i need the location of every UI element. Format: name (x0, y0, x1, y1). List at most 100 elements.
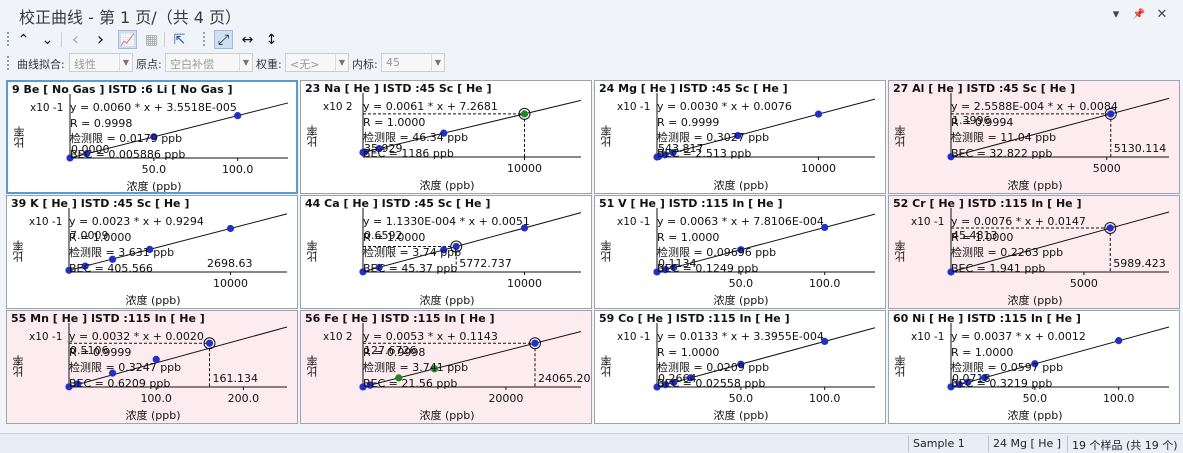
calibration-panel[interactable]: 51 V [ He ] ISTD :115 In [ He ] x10 -1 比率浓… (594, 195, 886, 309)
overlay-value: 5989.423 (1113, 257, 1166, 270)
equation-r: R = 1.0000 (363, 115, 426, 129)
x-tick-label: 5000 (1069, 277, 1098, 290)
x-tick-label: 100.0 (1102, 392, 1135, 405)
curve-fit-select[interactable]: 线性 ▼ (69, 53, 133, 72)
calibration-panel[interactable]: 55 Mn [ He ] ISTD :115 In [ He ] x10 -1 比率… (6, 310, 298, 424)
equation-r: R = 1.0000 (951, 345, 1014, 359)
equation-bec: BEC = 32.822 ppb (951, 146, 1053, 160)
overlay-value: 24065.207 (538, 372, 592, 385)
calibration-panel[interactable]: 52 Cr [ He ] ISTD :115 In [ He ] x10 -1 比率… (888, 195, 1180, 309)
equation-block: y = 0.0053 * x + 0.1143 R = 0.9998 检测限 = 3… (363, 329, 498, 391)
curve-fit-label: 曲线拟合: (17, 58, 65, 71)
equation-lod: 检测限 = 0.2263 ppb (951, 246, 1064, 259)
x-tick-label: 50.0 (728, 277, 754, 290)
window-title: 校正曲线 - 第 1 页/（共 4 页） (19, 8, 242, 27)
status-sample: Sample 1 (913, 437, 965, 450)
x-tick-label: 10000 (212, 277, 248, 290)
equation-lod: 检测限 = 11.04 ppb (951, 131, 1057, 144)
dropdown-icon[interactable]: ▾ (1109, 8, 1123, 22)
equation-eq: y = 0.0030 * x + 0.0076 (657, 100, 792, 113)
data-point (1115, 337, 1123, 345)
equation-eq: y = 0.0076 * x + 0.0147 (951, 215, 1086, 228)
toolbar-grip-2[interactable] (202, 31, 206, 47)
options-grip[interactable] (6, 55, 10, 71)
overlay-value: 7.0009 (70, 229, 109, 242)
equation-eq: y = 2.5588E-004 * x + 0.0084 (951, 100, 1118, 113)
equation-lod: 检测限 = 0.3247 ppb (69, 361, 182, 374)
origin-select[interactable]: 空白补偿 ▼ (165, 53, 253, 72)
x-tick-label: 100.0 (221, 163, 254, 176)
equation-r: R = 0.9999 (657, 115, 720, 129)
overlay-value: 5772.737 (459, 257, 512, 270)
equation-block: y = 0.0032 * x + 0.0020 R = 0.9999 检测限 = 0… (69, 329, 204, 391)
window-controls: ▾ 📌 ✕ (1109, 8, 1169, 22)
horizontal-zoom-icon[interactable]: ↔ (238, 30, 257, 49)
options-toolbar: 曲线拟合: 线性 ▼ 原点: 空白补偿 ▼ 权重: <无> ▼ 内标: 45 ▼ (0, 51, 460, 74)
equation-r: R = 1.0000 (657, 345, 720, 359)
calibration-panel[interactable]: 56 Fe [ He ] ISTD :115 In [ He ] x10 2 比率浓… (300, 310, 592, 424)
overlay-value: 161.134 (212, 372, 259, 385)
calibration-panel[interactable]: 9 Be [ No Gas ] ISTD :6 Li [ No Gas ] x10… (6, 80, 298, 194)
equation-eq: y = 1.1330E-004 * x + 0.0051 (363, 215, 530, 228)
equation-r: R = 1.0000 (657, 230, 720, 244)
export-icon[interactable]: ⇱ (170, 30, 189, 49)
x-tick-label: 10000 (506, 162, 542, 175)
calibration-panel[interactable]: 27 Al [ He ] ISTD :45 Sc [ He ] 比率 浓度 (ppb… (888, 80, 1180, 194)
overlay-value: 0.2664 (658, 372, 697, 385)
data-point (226, 224, 235, 233)
equation-eq: y = 0.0061 * x + 7.2681 (363, 100, 498, 113)
vertical-zoom-icon[interactable]: ↕ (262, 30, 281, 49)
data-point (1106, 224, 1114, 232)
equation-eq: y = 0.0023 * x + 0.9294 (69, 215, 204, 228)
calibration-panel[interactable]: 24 Mg [ He ] ISTD :45 Sc [ He ] x10 -1 比率浓… (594, 80, 886, 194)
data-point (520, 110, 529, 118)
x-tick-label: 200.0 (227, 392, 260, 405)
equation-bec: BEC = 0.6209 ppb (69, 376, 171, 390)
calibration-panel[interactable]: 39 K [ He ] ISTD :45 Sc [ He ] x10 -1 比率 浓度… (6, 195, 298, 309)
data-point (205, 339, 214, 347)
equation-lod: 检测限 = 3.631 ppb (69, 246, 175, 259)
weight-select[interactable]: <无> ▼ (285, 53, 349, 72)
x-tick-label: 20000 (488, 392, 524, 405)
overlay-value: 0.6592 (364, 229, 403, 242)
calibration-panel[interactable]: 60 Ni [ He ] ISTD :115 In [ He ] x10 -1 比率… (888, 310, 1180, 424)
origin-label: 原点: (136, 58, 162, 71)
x-tick-label: 100.0 (808, 277, 841, 290)
data-point (814, 110, 823, 118)
x-tick-label: 50.0 (141, 163, 167, 176)
equation-block: y = 0.0076 * x + 0.0147 R = 1.0000 检测限 = 0… (951, 214, 1086, 276)
x-tick-label: 10000 (800, 162, 836, 175)
overlay-value: 1.3996 (952, 114, 991, 127)
x-tick-label: 100.0 (140, 392, 172, 405)
previous-page-icon[interactable]: ‹ (66, 29, 85, 50)
equation-block: y = 0.0023 * x + 0.9294 R = 1.0000 检测限 = 3… (69, 214, 204, 276)
overlay-value: 0.5106 (70, 344, 109, 357)
close-icon[interactable]: ✕ (1155, 8, 1169, 22)
zoom-fit-icon[interactable]: ⤢ (214, 30, 233, 49)
istd-select[interactable]: 45 ▼ (381, 53, 445, 72)
title-bar: 校正曲线 - 第 1 页/（共 4 页） ▾ 📌 ✕ (0, 0, 1183, 28)
x-tick-label: 10000 (506, 277, 542, 290)
calibration-panel[interactable]: 23 Na [ He ] ISTD :45 Sc [ He ] x10 2 比率 浓度… (300, 80, 592, 194)
pin-icon[interactable]: 📌 (1132, 8, 1146, 22)
collapse-all-icon[interactable]: ⌃ (14, 30, 33, 49)
overlay-value: 0.0000 (71, 143, 110, 156)
table-view-icon[interactable]: ▦ (142, 30, 161, 49)
status-bar: Sample 1 24 Mg [ He ] 19 个样品 (共 19 个) (0, 433, 1183, 453)
calibration-curve-window: 校正曲线 - 第 1 页/（共 4 页） ▾ 📌 ✕ ⌃ ⌄ ‹ › 📈 ▦ ⇱… (0, 0, 1183, 453)
status-element: 24 Mg [ He ] (993, 437, 1062, 450)
next-page-icon[interactable]: › (91, 29, 110, 50)
equation-bec: BEC = 405.566 (69, 261, 153, 275)
toolbar-grip[interactable] (6, 31, 10, 47)
equation-eq: y = 0.0063 * x + 7.8106E-004 (657, 215, 824, 228)
equation-eq: y = 0.0060 * x + 3.5518E-005 (70, 101, 237, 114)
equation-bec: BEC = 21.56 ppb (363, 376, 458, 390)
chart-view-icon[interactable]: 📈 (118, 30, 137, 49)
calibration-panel[interactable]: 59 Co [ He ] ISTD :115 In [ He ] x10 -1 比率… (594, 310, 886, 424)
x-tick-label: 50.0 (728, 392, 754, 405)
calibration-panel[interactable]: 44 Ca [ He ] ISTD :45 Sc [ He ] 比率 浓度 (ppb… (300, 195, 592, 309)
istd-label: 内标: (352, 58, 378, 71)
calibration-grid: 9 Be [ No Gas ] ISTD :6 Li [ No Gas ] x10… (6, 80, 1180, 424)
main-toolbar: ⌃ ⌄ ‹ › 📈 ▦ ⇱ ⤢ ↔ ↕ (0, 29, 300, 50)
expand-all-icon[interactable]: ⌄ (38, 30, 57, 49)
